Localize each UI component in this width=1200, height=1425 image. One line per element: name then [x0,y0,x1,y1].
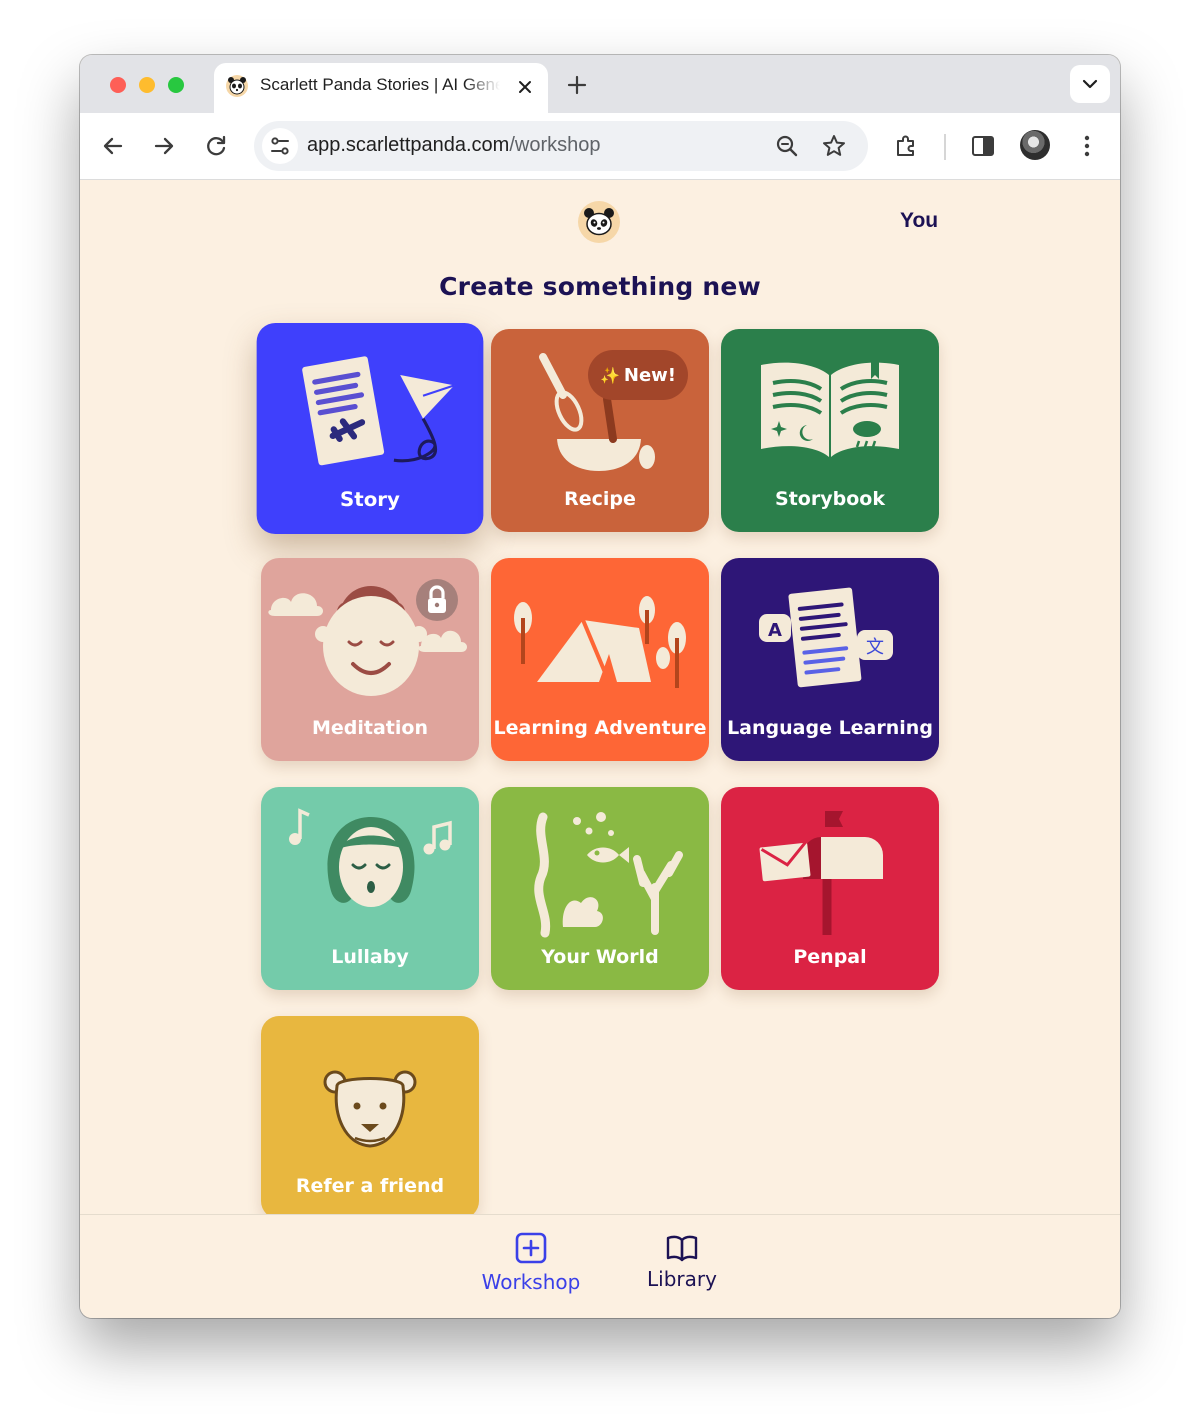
card-label: Refer a friend [295,1175,445,1197]
panda-favicon-icon [226,75,248,97]
lock-icon [416,579,458,621]
bookmark-star-icon[interactable] [820,132,848,160]
workshop-page: You Create something new Story ✨ New! Re… [80,181,1120,1214]
panda-logo-icon [584,208,614,236]
book-icon [666,1235,698,1262]
plus-square-icon [515,1232,547,1264]
card-label: Meditation [312,717,428,739]
zoom-out-icon[interactable] [774,133,800,159]
mailbox-icon [759,811,883,935]
tab-title: Scarlett Panda Stories | AI Generated St… [260,75,500,94]
new-tab-icon[interactable] [564,72,590,98]
new-badge: ✨ New! [588,350,688,400]
open-book-icon [761,359,899,457]
tab-search-button[interactable] [1070,65,1110,103]
card-recipe[interactable]: ✨ New! Recipe [491,329,709,532]
more-menu-icon[interactable] [1073,132,1101,160]
card-label: Recipe [564,488,636,510]
you-profile-link[interactable]: You [900,209,938,233]
sparkles-icon: ✨ [599,365,620,385]
lion-cub-face-icon [323,1070,417,1148]
url-host: app.scarlettpanda.com [307,134,510,156]
new-badge-label: New! [623,364,677,386]
nav-library-label: Library [647,1267,717,1291]
bottom-navigation: Workshop Library [80,1214,1120,1318]
browser-window: Scarlett Panda Stories | AI Generated St… [80,55,1120,1318]
card-story[interactable]: Story [256,322,484,535]
card-learning-adventure[interactable]: Learning Adventure [491,558,709,761]
close-tab-icon[interactable] [514,76,536,98]
page-title: Create something new [439,272,761,301]
url-text: app.scarlettpanda.com/workshop [307,134,601,157]
card-label: Language Learning [727,717,933,739]
nav-library[interactable]: Library [632,1215,732,1318]
card-label: Your World [541,946,659,968]
lullaby-singer-icon [289,808,452,907]
card-refer-a-friend[interactable]: Refer a friend [261,1016,479,1214]
toolbar-divider [944,134,946,160]
extensions-puzzle-icon[interactable] [892,132,920,160]
tent-camp-icon [514,596,686,688]
svg-text:文: 文 [866,637,884,658]
browser-toolbar: app.scarlettpanda.com/workshop [80,113,1120,180]
card-label: Story [340,488,400,512]
forward-arrow-icon[interactable] [150,132,178,160]
card-language-learning[interactable]: A 文 Language Learning [721,558,939,761]
card-meditation[interactable]: Meditation [261,558,479,761]
card-label: Storybook [775,488,885,510]
story-illustration-icon [302,356,455,466]
chevron-down-icon [1082,79,1098,89]
card-storybook[interactable]: Storybook [721,329,939,532]
maximize-window-button[interactable] [168,77,184,93]
tune-icon [271,137,289,155]
minimize-window-button[interactable] [139,77,155,93]
back-arrow-icon[interactable] [99,132,127,160]
card-your-world[interactable]: Your World [491,787,709,990]
card-label: Penpal [793,946,867,968]
svg-text:A: A [768,620,782,641]
panda-logo[interactable] [578,201,620,243]
card-label: Learning Adventure [493,717,707,739]
address-bar[interactable]: app.scarlettpanda.com/workshop [254,121,868,171]
card-lullaby[interactable]: Lullaby [261,787,479,990]
site-info-button[interactable] [262,128,298,164]
card-penpal[interactable]: Penpal [721,787,939,990]
translate-document-icon: A 文 [759,587,893,688]
close-window-button[interactable] [110,77,126,93]
nav-workshop[interactable]: Workshop [475,1215,587,1318]
side-panel-icon[interactable] [969,132,997,160]
url-path: /workshop [509,134,601,156]
card-label: Lullaby [331,946,409,968]
tab-strip: Scarlett Panda Stories | AI Generated St… [80,55,1120,113]
profile-avatar[interactable] [1020,130,1050,160]
reload-icon[interactable] [202,132,230,160]
nav-workshop-label: Workshop [481,1270,581,1294]
browser-tab[interactable]: Scarlett Panda Stories | AI Generated St… [214,63,548,113]
underwater-world-icon [534,812,683,938]
